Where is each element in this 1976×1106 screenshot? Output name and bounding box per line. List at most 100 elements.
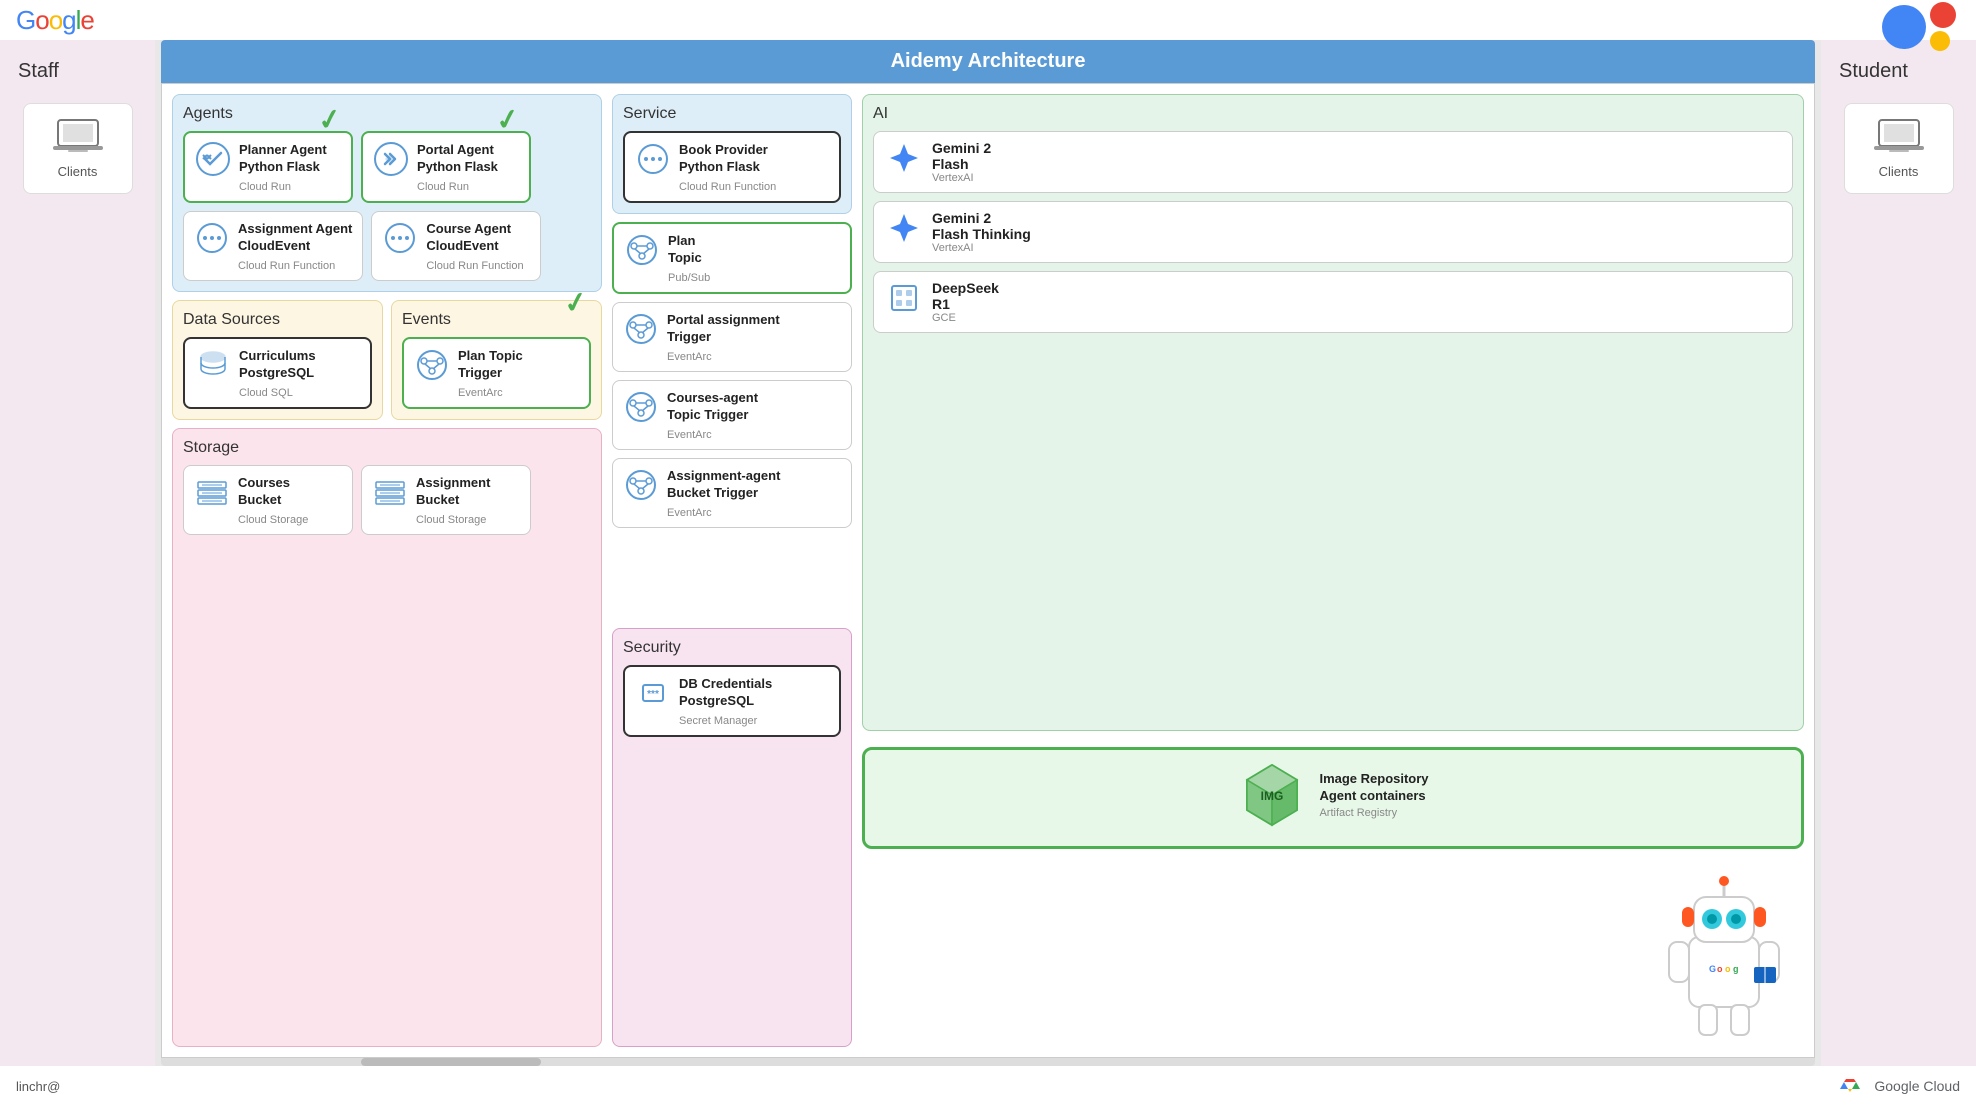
plan-topic-inner: Plan Topic Trigger xyxy=(414,347,523,383)
storage-title: Storage xyxy=(183,439,591,457)
plan-topic-name: Plan Topic Trigger xyxy=(458,348,523,382)
assignment-bucket-name: Assignment Bucket xyxy=(416,475,490,509)
plan-topic-sub: EventArc xyxy=(414,387,503,399)
scrollbar[interactable] xyxy=(161,1058,1815,1066)
agents-cards-row: ✓ Planner Agent xyxy=(183,131,591,203)
assignment-agent-trigger-line1: Assignment-agent xyxy=(667,468,780,485)
pubsub-icon xyxy=(624,232,660,268)
portal-assignment-inner: Portal assignment Trigger xyxy=(623,311,780,347)
book-provider-icon xyxy=(635,141,671,177)
svg-text:o: o xyxy=(1717,964,1723,974)
curriculums-inner: Curriculums PostgreSQL xyxy=(195,347,316,383)
student-client-card: Clients xyxy=(1844,103,1954,194)
gemini-thinking-sub: VertexAI xyxy=(932,242,1031,254)
robot-svg: G o o g xyxy=(1644,867,1804,1047)
triggers-col: Plan Topic Pub/Sub xyxy=(612,222,852,620)
assignment-agent-icon xyxy=(194,220,230,256)
staff-client-card: Clients xyxy=(23,103,133,194)
portal-name-line1: Portal Agent xyxy=(417,142,498,159)
service-section: Service Book Provider Python Fl xyxy=(612,94,852,214)
security-title: Security xyxy=(623,639,841,657)
plan-topic-line2: Trigger xyxy=(458,365,523,382)
plan-topic-trigger-card: Plan Topic Trigger EventArc xyxy=(402,337,591,409)
db-credentials-name: DB Credentials PostgreSQL xyxy=(679,676,772,710)
planner-name-line2: Python Flask xyxy=(239,159,327,176)
portal-assignment-line1: Portal assignment xyxy=(667,312,780,329)
plan-topic-pubsub-line2: Topic xyxy=(668,250,702,267)
header-bar: Google xyxy=(0,0,1976,40)
portal-name-line2: Python Flask xyxy=(417,159,498,176)
gemini-thinking-text: Gemini 2 Flash Thinking VertexAI xyxy=(932,210,1031,254)
assignment-card-inner: Assignment Agent CloudEvent xyxy=(194,220,352,256)
gemini-thinking-icon xyxy=(886,210,922,246)
course-agent-card: Course Agent CloudEvent Cloud Run Functi… xyxy=(371,211,541,281)
checkmark-planner: ✓ xyxy=(315,101,344,138)
checkmark-events: ✓ xyxy=(561,284,590,321)
assignment-agent-trigger-inner: Assignment-agent Bucket Trigger xyxy=(623,467,780,503)
arch-title: Aidemy Architecture xyxy=(891,50,1086,72)
student-laptop-icon xyxy=(1874,118,1924,156)
storage-icon-assignment xyxy=(372,474,408,510)
staff-title: Staff xyxy=(10,60,59,83)
plan-topic-pubsub-sub: Pub/Sub xyxy=(624,272,710,284)
eventarc-portal-icon xyxy=(623,311,659,347)
events-title: Events xyxy=(402,311,591,329)
assignment-agent-card: Assignment Agent CloudEvent Cloud Run Fu… xyxy=(183,211,363,281)
artifact-line1: Image Repository xyxy=(1319,771,1428,788)
courses-agent-sub: EventArc xyxy=(623,429,712,441)
agents-cards-row2: Assignment Agent CloudEvent Cloud Run Fu… xyxy=(183,211,591,281)
google-logo: Google xyxy=(16,5,94,36)
book-provider-name: Book Provider Python Flask xyxy=(679,142,768,176)
plan-topic-card: Plan Topic Pub/Sub xyxy=(612,222,852,294)
deepseek-text: DeepSeek R1 GCE xyxy=(932,280,999,324)
course-agent-icon xyxy=(382,220,418,256)
col-left: Agents ✓ xyxy=(172,94,602,1047)
ai-section-title: AI xyxy=(873,105,1793,123)
assignment-bucket-inner: Assignment Bucket xyxy=(372,474,490,510)
artifact-sub: Artifact Registry xyxy=(1319,807,1428,819)
svg-text:o: o xyxy=(1725,964,1731,974)
svg-text:G: G xyxy=(1709,964,1716,974)
secret-manager-icon: *** xyxy=(635,675,671,711)
courses-agent-line2: Topic Trigger xyxy=(667,407,758,424)
courses-bucket-card: Courses Bucket Cloud Storage xyxy=(183,465,353,535)
security-section: Security *** DB Credentials PostgreSQL xyxy=(612,628,852,1048)
book-provider-line1: Book Provider xyxy=(679,142,768,159)
google-cloud-label: Google Cloud xyxy=(1874,1078,1960,1094)
laptop-icon xyxy=(53,118,103,156)
gemini-flash-text: Gemini 2 Flash VertexAI xyxy=(932,140,991,184)
storage-cards-row: Courses Bucket Cloud Storage xyxy=(183,465,591,535)
student-title: Student xyxy=(1831,60,1908,83)
course-sub: Cloud Run Function xyxy=(382,260,523,272)
assignment-name-line1: Assignment Agent xyxy=(238,221,352,238)
plan-topic-pubsub-line1: Plan xyxy=(668,233,702,250)
plan-topic-pubsub-name: Plan Topic xyxy=(668,233,702,267)
staff-client-label: Clients xyxy=(58,164,98,179)
student-panel: Student Clients xyxy=(1821,40,1976,1066)
scrollbar-thumb[interactable] xyxy=(361,1058,541,1066)
assignment-agent-trigger-name: Assignment-agent Bucket Trigger xyxy=(667,468,780,502)
agents-section-title: Agents xyxy=(183,105,591,123)
curriculums-line2: PostgreSQL xyxy=(239,365,316,382)
artifact-cube: IMG Image Repository Agent containers Ar… xyxy=(1237,760,1428,830)
courses-agent-card: Courses-agent Topic Trigger EventArc xyxy=(612,380,852,450)
gemini-dots xyxy=(1882,2,1956,51)
planner-name: Planner Agent Python Flask xyxy=(239,142,327,176)
student-client-label: Clients xyxy=(1879,164,1919,179)
gemini-thinking-line1: Gemini 2 xyxy=(932,210,1031,226)
portal-agent-icon xyxy=(373,141,409,177)
planner-name-line1: Planner Agent xyxy=(239,142,327,159)
deepseek-sub: GCE xyxy=(932,312,999,324)
planner-agent-card: ✓ Planner Agent xyxy=(183,131,353,203)
courses-bucket-inner: Courses Bucket xyxy=(194,474,290,510)
courses-agent-name: Courses-agent Topic Trigger xyxy=(667,390,758,424)
sql-icon xyxy=(195,347,231,383)
svg-text:g: g xyxy=(1733,964,1739,974)
arch-box: Agents ✓ xyxy=(161,83,1815,1058)
portal-card-inner: Portal Agent Python Flask xyxy=(373,141,498,177)
gemini-flash-icon xyxy=(886,140,922,176)
assignment-agent-trigger-line2: Bucket Trigger xyxy=(667,485,780,502)
course-name-line2: CloudEvent xyxy=(426,238,511,255)
events-section: Events ✓ xyxy=(391,300,602,420)
portal-assignment-line2: Trigger xyxy=(667,329,780,346)
